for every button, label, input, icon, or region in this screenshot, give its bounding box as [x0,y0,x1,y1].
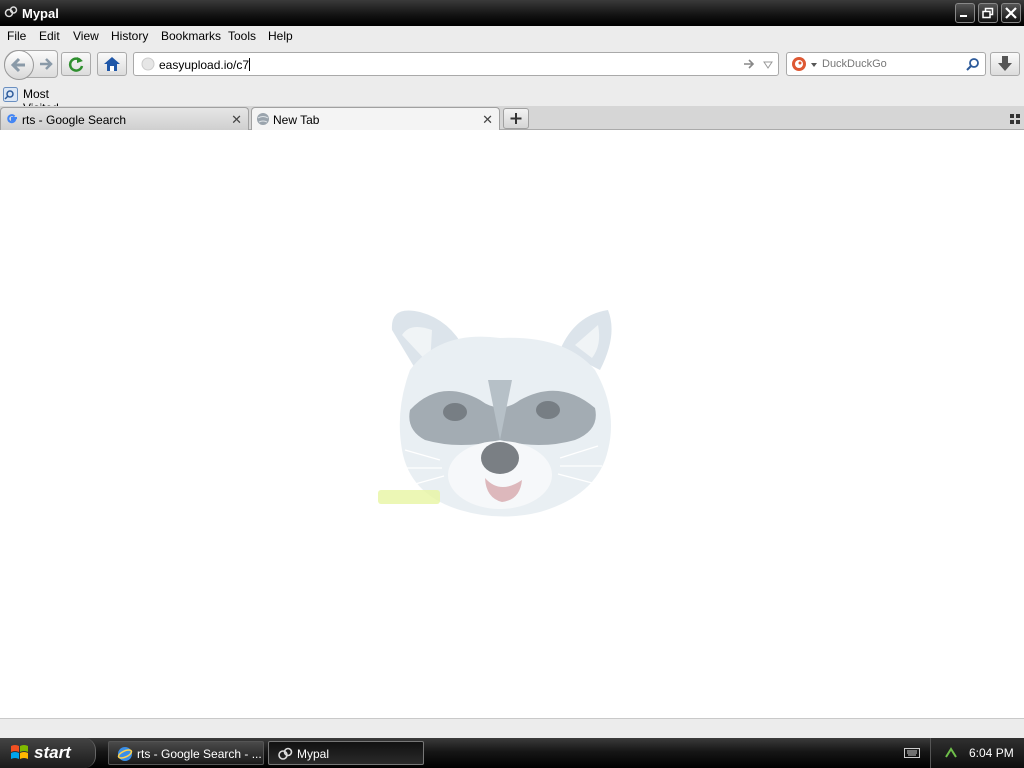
reload-button[interactable] [61,52,91,76]
site-identity-icon [141,57,155,71]
forward-button[interactable] [35,53,57,75]
clock: 6:04 PM [969,746,1014,760]
plus-icon [510,113,522,124]
bookmarks-toolbar: Most Visited [0,84,1024,115]
raccoon-face-image [378,310,612,517]
globe-icon [257,113,269,125]
most-visited-icon [3,87,18,102]
tab-groups-icon[interactable] [1010,114,1020,124]
tab-close-icon[interactable]: ✕ [482,112,493,128]
restore-icon [982,7,994,19]
mypal-logo-icon [4,6,18,18]
menu-history[interactable]: History [111,29,148,43]
taskbar-item-label: rts - Google Search - ... [137,747,262,761]
engine-dropdown-icon[interactable] [810,61,818,69]
menu-file[interactable]: File [7,29,26,43]
magnifier-icon[interactable] [966,57,980,71]
tab-new-tab[interactable]: New Tab ✕ [251,107,500,131]
menu-bookmarks[interactable]: Bookmarks [161,29,221,43]
start-button[interactable]: start [0,738,96,768]
back-arrow-icon [10,57,25,73]
forward-arrow-icon [40,58,53,70]
title-bar: Mypal [0,0,1024,26]
close-icon [1005,7,1017,19]
close-button[interactable] [1001,3,1021,23]
menu-view[interactable]: View [73,29,99,43]
menu-help[interactable]: Help [268,29,293,43]
search-input[interactable]: DuckDuckGo [822,58,887,70]
text-caret [249,58,251,71]
tab-google-search[interactable]: rts - Google Search ✕ [0,107,249,130]
system-tray: 6:04 PM [930,738,1024,768]
back-button[interactable] [4,50,34,80]
windows-logo-icon [11,745,28,759]
menu-tools[interactable]: Tools [228,29,256,43]
taskbar-item-mypal[interactable]: Mypal [268,741,424,765]
page-content [0,130,1024,718]
search-bar[interactable]: DuckDuckGo [786,52,986,76]
navigation-toolbar: easyupload.io/c7 DuckDuckGo [0,46,1024,84]
most-visited-bookmark[interactable]: Most Visited [3,86,83,115]
download-icon [998,56,1012,71]
url-input[interactable]: easyupload.io/c7 [159,58,251,72]
mypal-logo-icon [278,747,293,760]
minimize-icon [960,15,967,17]
back-forward-group [4,50,58,80]
home-icon [104,57,120,71]
new-tab-button[interactable] [503,108,529,129]
network-icon[interactable] [943,745,959,761]
keyboard-icon[interactable] [904,747,920,759]
tab-strip: rts - Google Search ✕ New Tab ✕ [0,106,1024,131]
minimize-button[interactable] [955,3,975,23]
taskbar-item-ie[interactable]: rts - Google Search - ... [108,741,264,765]
restore-button[interactable] [978,3,998,23]
reload-icon [68,57,84,72]
tab-label: New Tab [273,113,320,127]
menu-bar: File Edit View History Bookmarks Tools H… [0,26,1024,46]
home-button[interactable] [97,52,127,76]
url-bar[interactable]: easyupload.io/c7 [133,52,779,76]
taskbar-item-label: Mypal [297,747,330,761]
dropdown-icon[interactable] [762,59,774,71]
google-icon [7,114,17,124]
status-bar [0,718,1024,738]
internet-explorer-icon [117,747,133,761]
duckduckgo-icon[interactable] [791,56,807,72]
start-label: start [34,743,71,762]
download-button[interactable] [990,52,1020,76]
tab-label: rts - Google Search [22,113,127,127]
tab-close-icon[interactable]: ✕ [231,112,242,128]
taskbar: start rts - Google Search - ... Mypal 6:… [0,738,1024,768]
go-arrow-icon[interactable] [742,57,756,71]
menu-edit[interactable]: Edit [39,29,60,43]
window-title: Mypal [22,6,59,21]
